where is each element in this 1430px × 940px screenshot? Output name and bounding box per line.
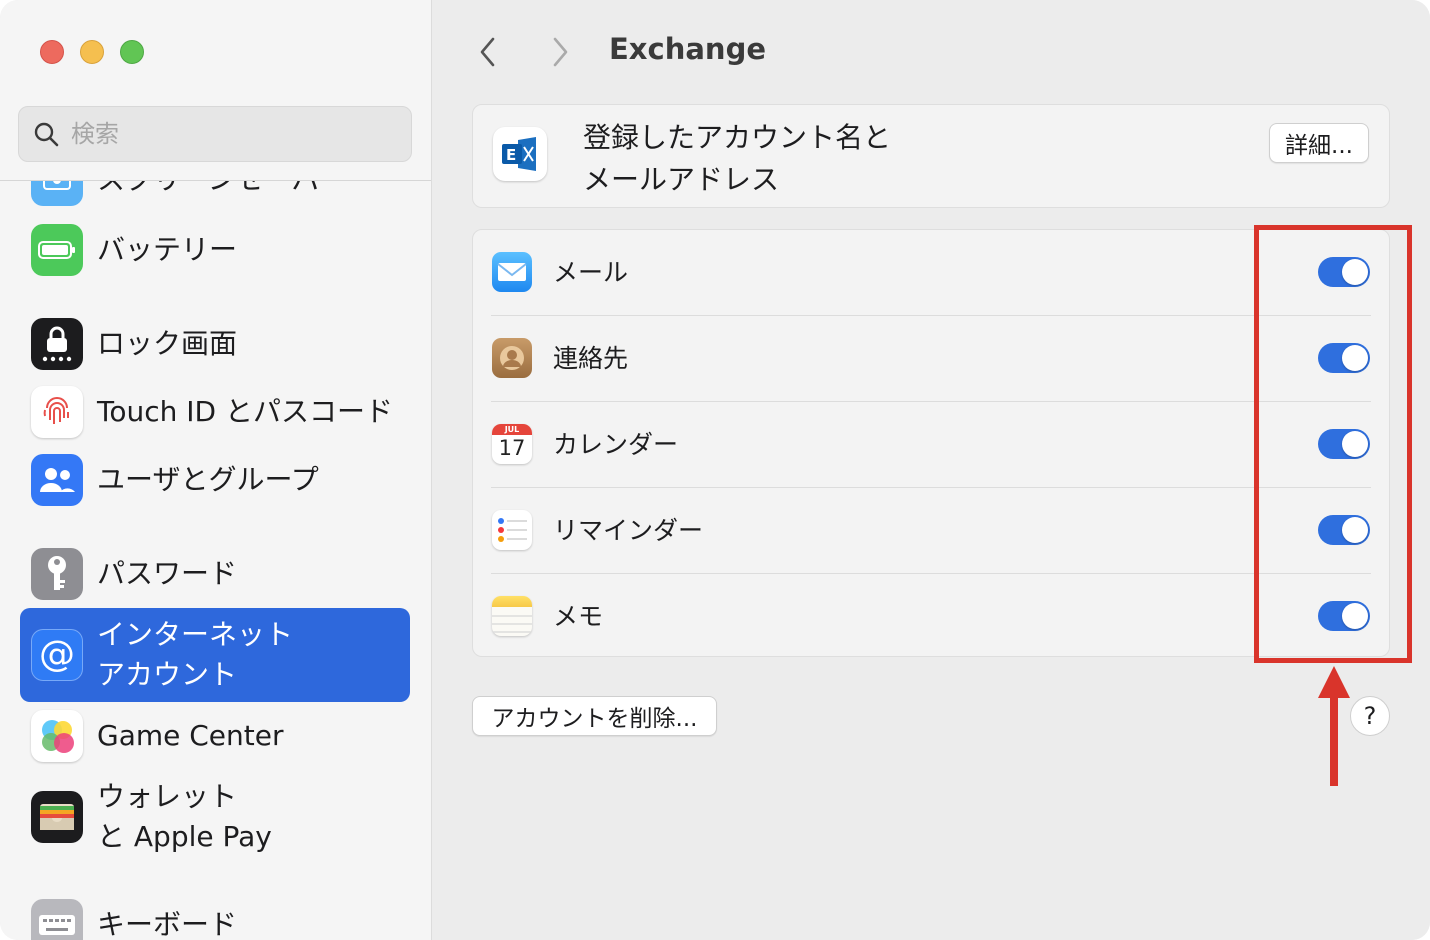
account-card: E 登録したアカウント名と メールアドレス 詳細...	[472, 104, 1390, 208]
close-window-button[interactable]	[40, 40, 64, 64]
sidebar-item-label: パスワード	[97, 557, 238, 590]
key-icon	[31, 548, 83, 600]
svg-text:E: E	[506, 146, 516, 164]
exchange-icon: E	[493, 127, 547, 181]
search-input[interactable]	[69, 119, 373, 149]
calendar-icon: JUL 17	[492, 424, 532, 464]
sidebar-item-label: インターネット アカウント	[97, 618, 294, 691]
service-label: カレンダー	[553, 430, 679, 459]
traffic-lights	[40, 40, 144, 64]
annotation-highlight-box	[1254, 225, 1412, 663]
services-card: メール 連絡先 JUL 17 カレンダー リマインダー メモ	[472, 229, 1390, 657]
details-button[interactable]: 詳細...	[1269, 123, 1369, 163]
users-icon	[31, 454, 83, 506]
screensaver-icon	[31, 181, 83, 206]
service-row-contacts: 連絡先	[473, 316, 1389, 402]
sidebar-item-label: ロック画面	[97, 327, 238, 360]
sidebar-item-keyboard[interactable]: キーボード	[20, 896, 410, 940]
battery-icon	[31, 224, 83, 276]
mail-icon	[492, 252, 532, 292]
search-icon	[34, 122, 59, 147]
service-label: メール	[553, 258, 629, 287]
sidebar-item-touch-id[interactable]: Touch ID とパスコード	[20, 383, 410, 441]
sidebar-list: スクリーンセーバ バッテリー ロック画面	[0, 181, 431, 940]
contacts-icon	[492, 338, 532, 378]
sidebar-item-lock-screen[interactable]: ロック画面	[20, 315, 410, 373]
wallet-icon	[31, 791, 83, 843]
service-label: リマインダー	[553, 516, 704, 545]
sidebar-item-wallet[interactable]: ウォレット と Apple Pay	[20, 772, 410, 862]
sidebar-item-screensaver[interactable]: スクリーンセーバ	[20, 181, 410, 209]
service-row-mail: メール	[473, 230, 1389, 316]
at-sign-icon: @	[31, 629, 83, 681]
delete-account-button[interactable]: アカウントを削除...	[472, 696, 717, 736]
sidebar-item-internet-accounts[interactable]: @ インターネット アカウント	[20, 608, 410, 702]
sidebar-search[interactable]	[18, 106, 412, 162]
sidebar-item-passwords[interactable]: パスワード	[20, 545, 410, 603]
calendar-month: JUL	[492, 424, 532, 435]
zoom-window-button[interactable]	[120, 40, 144, 64]
sidebar: スクリーンセーバ バッテリー ロック画面	[0, 0, 432, 940]
service-row-calendar: JUL 17 カレンダー	[473, 402, 1389, 488]
service-label: メモ	[553, 602, 604, 631]
fingerprint-icon	[31, 386, 83, 438]
sidebar-item-label: キーボード	[97, 908, 238, 940]
service-row-notes: メモ	[473, 574, 1389, 660]
back-button[interactable]	[470, 34, 506, 70]
service-row-reminders: リマインダー	[473, 488, 1389, 574]
forward-button[interactable]	[542, 34, 578, 70]
help-button[interactable]: ?	[1350, 696, 1390, 736]
keyboard-icon	[31, 899, 83, 940]
annotation-arrow-icon	[1318, 666, 1350, 786]
game-center-icon	[31, 710, 83, 762]
chevron-right-icon	[553, 37, 568, 67]
chevron-left-icon	[480, 37, 495, 67]
sidebar-item-label: スクリーンセーバ	[97, 181, 319, 200]
sidebar-item-label: Game Center	[97, 719, 284, 752]
account-name: 登録したアカウント名と メールアドレス	[583, 121, 892, 196]
service-label: 連絡先	[553, 344, 629, 373]
sidebar-item-label: ユーザとグループ	[97, 463, 319, 496]
lock-icon	[31, 318, 83, 370]
sidebar-item-game-center[interactable]: Game Center	[20, 707, 410, 765]
notes-icon	[492, 596, 532, 636]
settings-window: スクリーンセーバ バッテリー ロック画面	[0, 0, 1430, 940]
sidebar-item-label: ウォレット と Apple Pay	[97, 780, 272, 853]
sidebar-item-users-groups[interactable]: ユーザとグループ	[20, 451, 410, 509]
sidebar-item-label: Touch ID とパスコード	[97, 395, 393, 428]
sidebar-item-battery[interactable]: バッテリー	[20, 221, 410, 279]
reminders-icon	[492, 510, 532, 550]
sidebar-item-label: バッテリー	[97, 233, 238, 266]
minimize-window-button[interactable]	[80, 40, 104, 64]
calendar-day: 17	[498, 436, 526, 460]
page-title: Exchange	[609, 32, 766, 66]
